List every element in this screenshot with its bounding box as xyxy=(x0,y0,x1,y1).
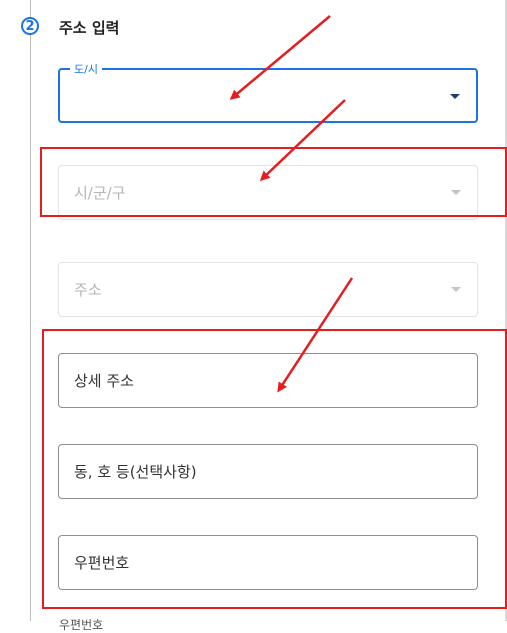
annotation-box-city xyxy=(40,147,507,217)
step-number-badge: 2 xyxy=(21,17,39,35)
address-select[interactable]: 주소 xyxy=(58,262,478,317)
stepper-line xyxy=(30,0,31,621)
address-placeholder: 주소 xyxy=(74,281,102,299)
next-section-label: 우편번호 xyxy=(59,618,104,632)
province-select[interactable]: 도/시 xyxy=(58,61,478,123)
chevron-down-icon[interactable] xyxy=(451,287,461,292)
section-title: 주소 입력 xyxy=(59,19,120,37)
chevron-down-icon[interactable] xyxy=(450,94,460,99)
province-label: 도/시 xyxy=(70,61,102,77)
annotation-box-details xyxy=(42,329,507,609)
